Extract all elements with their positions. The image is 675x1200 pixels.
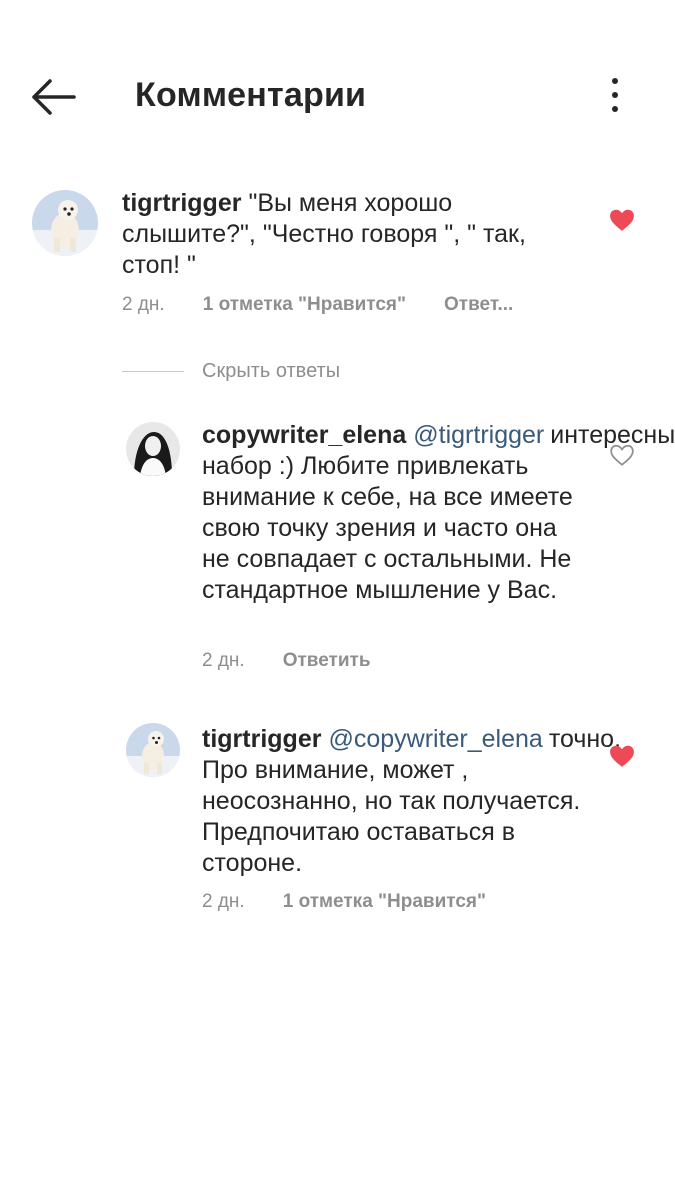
more-vertical-icon [612, 78, 618, 84]
comment-username[interactable]: tigrtrigger [202, 725, 321, 753]
more-vertical-icon-dot [612, 92, 618, 98]
comment-time: 2 дн. [202, 650, 245, 671]
comment-meta: 2 дн. 1 отметка "Нравится" [202, 891, 486, 913]
like-button[interactable] [609, 744, 635, 768]
comment-username[interactable]: tigrtrigger [122, 189, 241, 217]
avatar[interactable] [126, 723, 180, 777]
comment-likes[interactable]: 1 отметка "Нравится" [203, 294, 406, 316]
back-button[interactable] [28, 76, 78, 118]
heart-filled-icon [610, 745, 634, 767]
comment-meta: 2 дн. 1 отметка "Нравится" Ответ... [122, 294, 513, 316]
like-button[interactable] [609, 443, 635, 467]
comment-body: tigrtrigger @copywriter_elena точно. Про в… [202, 724, 621, 879]
avatar[interactable] [126, 422, 180, 476]
heart-outline-icon [610, 444, 634, 466]
comment-body: tigrtrigger "Вы меня хорошо слышите?", "Ч… [122, 188, 552, 281]
more-options-button[interactable] [600, 78, 630, 118]
comment-time: 2 дн. [202, 891, 245, 912]
reply-button[interactable]: Ответить [283, 650, 371, 672]
comment-likes[interactable]: 1 отметка "Нравится" [283, 891, 486, 913]
comment-meta: 2 дн. Ответить [202, 650, 371, 672]
heart-filled-icon [610, 209, 634, 231]
avatar[interactable] [32, 190, 98, 256]
divider [122, 370, 184, 372]
hide-replies-button[interactable]: Скрыть ответы [122, 356, 340, 386]
back-arrow-icon [32, 79, 76, 115]
more-vertical-icon-dot [612, 106, 618, 112]
hide-replies-label: Скрыть ответы [202, 359, 341, 382]
page-title: Комментарии [135, 76, 367, 114]
comment-username[interactable]: copywriter_elena [202, 421, 406, 449]
reply-button[interactable]: Ответ... [444, 294, 513, 316]
comment-mention[interactable]: @copywriter_elena [328, 725, 542, 753]
comment-time: 2 дн. [122, 294, 165, 315]
header-bar: Комментарии [0, 0, 675, 190]
like-button[interactable] [609, 208, 635, 232]
comment-mention[interactable]: @tigrtrigger [413, 421, 544, 449]
comment-body: copywriter_elena@tigrtriggerинтересный н… [202, 420, 675, 606]
